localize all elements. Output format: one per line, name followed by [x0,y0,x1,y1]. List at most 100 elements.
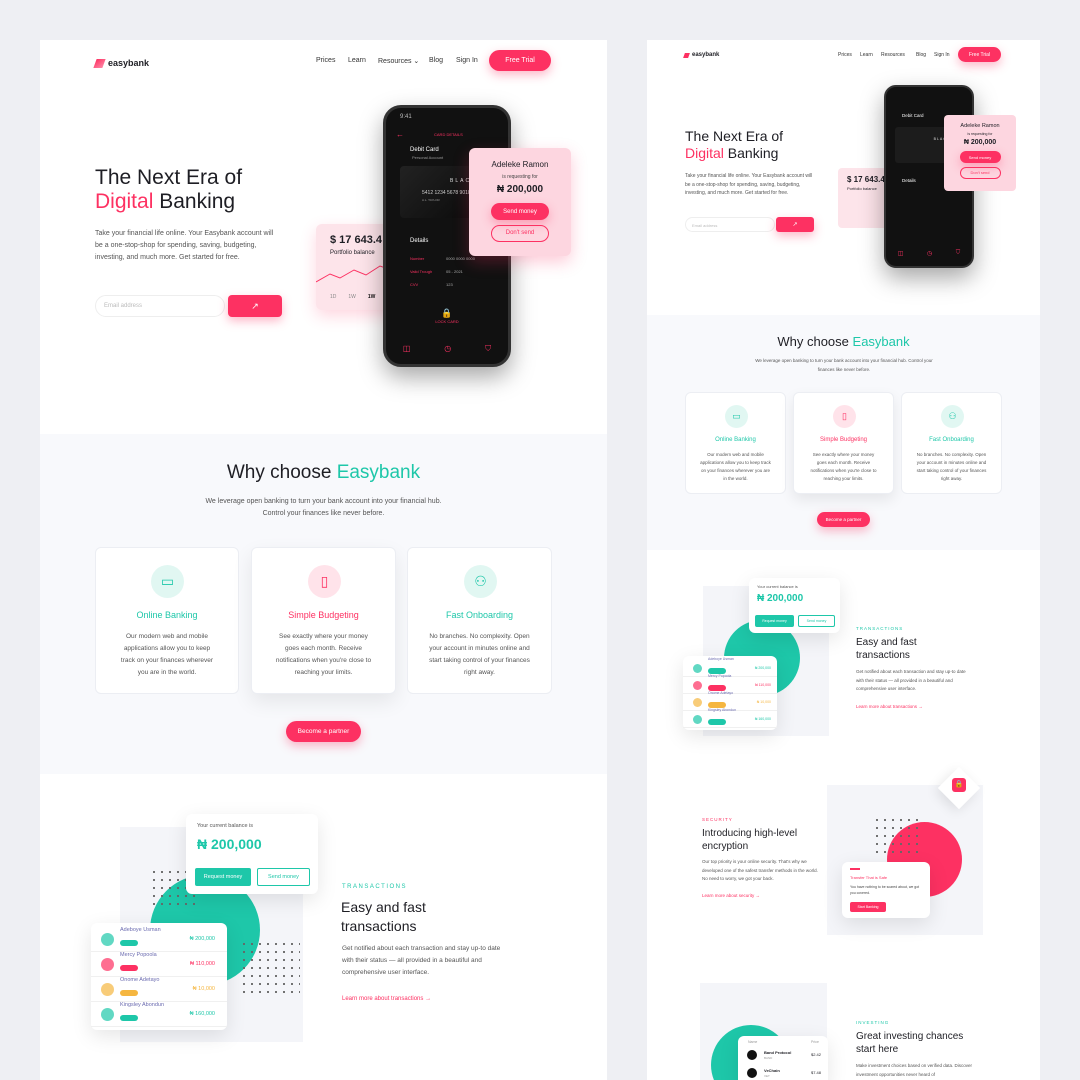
transaction-row[interactable]: Adeboye Usman ₦ 200,000 [91,927,227,952]
dont-send-button[interactable]: Don't send [959,167,1001,179]
request-money-button[interactable]: Request money [195,868,251,886]
wallet-icon[interactable]: ◫ [898,250,904,257]
send-money-outline-button[interactable]: Send money [798,615,835,627]
range-1w[interactable]: 1W [348,294,356,300]
submit-arrow-button[interactable]: ↗ [228,295,282,317]
transaction-name: Mercy Popoola [708,674,732,678]
transaction-name: Onome Adetayo [120,977,160,983]
shield-icon[interactable]: ⛉ [485,344,491,354]
hero-title: The Next Era of Digital Banking [95,166,243,213]
nav-learn[interactable]: Learn [348,57,366,64]
feature-online-banking: ▭ Online Banking Our modern web and mobi… [95,547,239,694]
submit-arrow-button[interactable]: ↗ [776,217,814,232]
chevron-down-icon: ⌄ [413,58,420,65]
transaction-row[interactable]: Kingsley Abondun ₦ 160,000 [91,1002,227,1027]
transaction-name: Adeboye Usman [120,927,161,933]
people-icon: ⚇ [464,565,497,598]
nav-learn[interactable]: Learn [860,52,873,58]
why-title: Why choose Easybank [777,334,910,349]
logo[interactable]: easybank [683,52,719,58]
avatar [101,982,114,996]
logo-icon [683,52,690,58]
start-banking-button[interactable]: Start Banking [850,902,886,912]
why-title: Why choose Easybank [226,462,421,483]
transaction-name: Kingsley Abondun [708,708,737,712]
free-trial-button[interactable]: Free Trial [958,47,1001,62]
shield-icon[interactable]: ⛉ [956,250,961,257]
avatar [101,1007,114,1021]
security-link[interactable]: Learn more about security → [702,893,760,898]
range-1d[interactable]: 1D [330,294,336,300]
landing-page-small: easybank Prices Learn Resources Blog Sig… [647,40,1040,1080]
transactions-title: Easy and fast transactions [856,637,917,661]
logo[interactable]: easybank [93,58,149,68]
nav-prices[interactable]: Prices [316,57,335,64]
transaction-amount: ₦ 200,000 [754,666,771,670]
security-text: Our top priority is your online security… [702,859,818,881]
email-input[interactable]: Email address [95,295,225,317]
nav-signin[interactable]: Sign In [456,57,478,64]
free-trial-button[interactable]: Free Trial [489,50,551,71]
lock-icon: 🔒 [952,778,966,792]
transaction-row[interactable]: Mercy Popoola ₦ 110,000 [91,952,227,977]
transaction-name: Mercy Popoola [120,952,157,958]
transaction-amount: ₦ 10,000 [756,700,771,704]
phone-coin-icon: ▯ [308,565,341,598]
send-money-button[interactable]: Send money [491,203,549,220]
transactions-link[interactable]: Learn more about transactions → [342,996,431,1002]
transaction-name: Onome Adetayo [708,691,734,695]
nav-blog[interactable]: Blog [916,52,926,58]
become-partner-button[interactable]: Become a partner [817,512,870,527]
why-section: Why choose Easybank We leverage open ban… [647,315,1040,550]
request-money-button[interactable]: Request money [755,615,794,627]
transaction-amount: ₦ 160,000 [189,1011,215,1017]
nav-prices[interactable]: Prices [838,52,852,58]
why-section: Why choose Easybank We leverage open ban… [40,434,607,774]
hero-description: Take your financial life online. Your Ea… [95,230,274,261]
security-title: Introducing high-level encryption [702,828,798,852]
feature-simple-budgeting: ▯ Simple Budgeting See exactly where you… [251,547,396,694]
transactions-eyebrow: TRANSACTIONS [342,884,408,890]
nav-signin[interactable]: Sign In [934,52,950,58]
arrow-right-icon: → [755,893,761,898]
security-eyebrow: SECURITY [702,817,733,822]
clock-icon[interactable]: ◷ [444,344,451,354]
clock-icon[interactable]: ◷ [927,250,932,257]
status-badge [120,940,138,946]
email-input[interactable]: Email address [685,217,775,232]
back-icon[interactable]: ← [396,130,404,139]
transaction-amount: ₦ 200,000 [189,936,215,942]
hero-description: Take your financial life online. Your Ea… [685,173,813,196]
dont-send-button[interactable]: Don't send [491,225,549,242]
balance-card: Your current balance is ₦ 200,000 Reques… [186,814,318,894]
wallet-icon[interactable]: ◫ [403,344,411,354]
vechain-icon [747,1068,757,1078]
feature-online-banking: ▭ Online Banking Our modern web and mobi… [685,392,786,494]
nav-resources[interactable]: Resources [881,52,905,58]
transactions-list: Adeboye Usman ₦ 200,000 Mercy Popoola ₦ 110… [91,923,227,1030]
arrow-icon: ↗ [792,222,798,228]
money-request-card: Adeleke Ramon is requesting for ₦ 200,00… [944,115,1016,191]
transaction-row[interactable]: Kingsley Abondun ₦ 160,000 [683,708,777,728]
avatar [693,697,702,707]
transactions-link[interactable]: Learn more about transactions → [856,704,923,709]
people-icon: ⚇ [941,405,964,428]
transaction-name: Kingsley Abondun [120,1002,165,1008]
nav-blog[interactable]: Blog [429,57,443,64]
become-partner-button[interactable]: Become a partner [286,721,361,742]
feature-fast-onboarding: ⚇ Fast Onboarding No branches. No comple… [407,547,552,694]
avatar [693,663,702,673]
status-badge [120,1015,138,1021]
range-1w-b[interactable]: 1W [368,294,376,300]
dot-grid [240,940,300,996]
transaction-row[interactable]: Onome Adetayo ₦ 10,000 [91,977,227,1002]
transactions-title: Easy and fast transactions [341,899,426,934]
lock-card-button[interactable]: 🔒 LOCK CARD [386,308,508,324]
nav-resources[interactable]: Resources ⌄ [378,57,419,65]
status-badge [120,990,138,996]
why-description: We leverage open banking to turn your ba… [205,498,442,517]
send-money-button[interactable]: Send money [959,151,1001,163]
send-money-outline-button[interactable]: Send money [257,868,310,886]
avatar [101,932,114,946]
why-description: We leverage open banking to turn your ba… [755,358,933,372]
